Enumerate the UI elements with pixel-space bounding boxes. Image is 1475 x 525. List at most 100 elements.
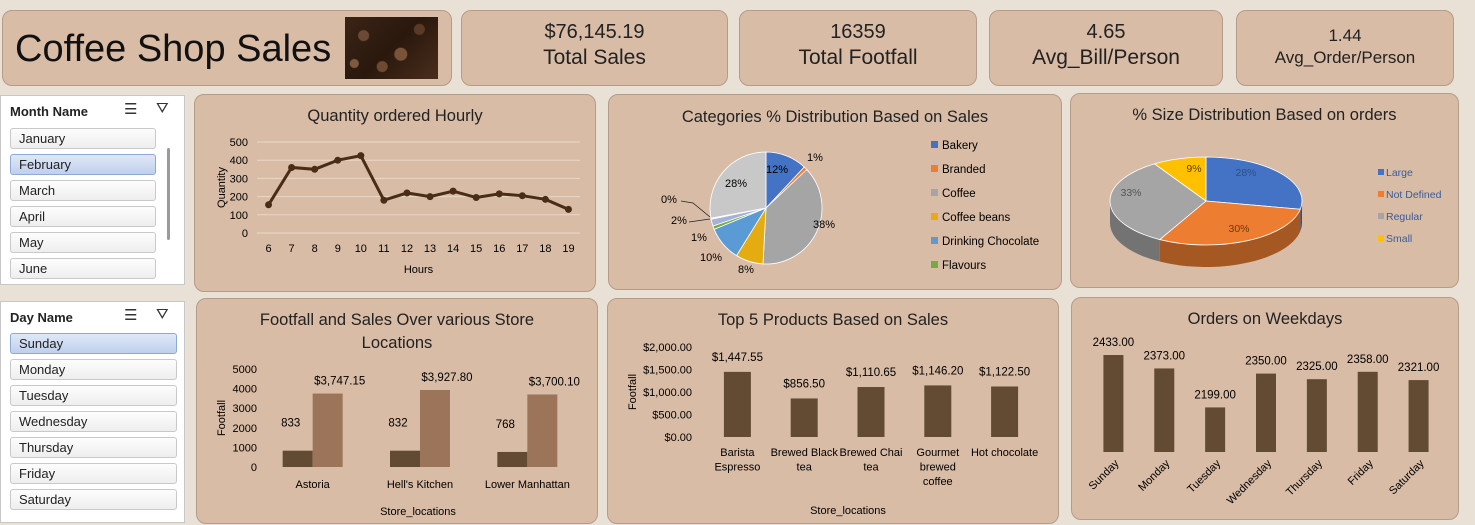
- multi-select-icon[interactable]: ☰: [124, 306, 137, 324]
- data-point: [380, 196, 388, 204]
- data-point: [449, 187, 457, 195]
- slice-label: 12%: [766, 164, 788, 176]
- bar: [1103, 355, 1124, 452]
- legend-label: Flavours: [942, 260, 986, 272]
- slicer-item-sunday[interactable]: Sunday: [10, 333, 177, 354]
- bar: [282, 450, 313, 467]
- leader-line: [688, 218, 711, 223]
- data-point: [311, 165, 319, 173]
- legend-label: Not Defined: [1386, 189, 1442, 201]
- kpi-total-sales: $76,145.19 Total Sales: [461, 10, 728, 86]
- slice-label: 1%: [807, 152, 823, 164]
- slicer-item-june[interactable]: June: [10, 258, 156, 279]
- slicer-title: Month Name: [10, 104, 88, 119]
- slicer-item-thursday[interactable]: Thursday: [10, 437, 177, 458]
- legend-swatch: [1378, 169, 1384, 175]
- x-tick-label: 9: [335, 243, 341, 255]
- legend-label: Bakery: [942, 140, 978, 152]
- x-tick-label: 16: [493, 243, 505, 255]
- y-tick-label: 200: [230, 192, 248, 204]
- data-label: $1,146.20: [912, 365, 963, 377]
- y-tick-label: $1,000.00: [643, 387, 692, 399]
- data-label: 2350.00: [1245, 356, 1287, 368]
- slicer-item-monday[interactable]: Monday: [10, 359, 177, 380]
- data-label: $3,700.10: [529, 376, 580, 388]
- slice-label: 28%: [1235, 167, 1256, 179]
- clear-filter-icon[interactable]: ⛛: [156, 100, 169, 117]
- y-tick-label: 300: [230, 173, 248, 185]
- data-label: $1,122.50: [979, 366, 1030, 378]
- data-point: [288, 163, 296, 171]
- legend-label: Branded: [942, 164, 985, 176]
- slicer-item-saturday[interactable]: Saturday: [10, 489, 177, 510]
- data-label: 2358.00: [1347, 354, 1389, 366]
- data-label: $3,747.15: [314, 376, 365, 388]
- data-point: [426, 193, 434, 201]
- slicer-item-february[interactable]: February: [10, 154, 156, 175]
- data-point: [518, 192, 526, 200]
- legend-swatch: [931, 141, 938, 148]
- data-point: [495, 190, 503, 198]
- multi-select-icon[interactable]: ☰: [124, 100, 137, 118]
- pie-slice: [1205, 156, 1303, 210]
- bar: [790, 398, 818, 437]
- slicer-item-april[interactable]: April: [10, 206, 156, 227]
- x-tick-label: 14: [447, 243, 459, 255]
- legend-label: Regular: [1386, 211, 1423, 223]
- clear-filter-icon[interactable]: ⛛: [156, 306, 169, 323]
- x-tick-label: Hot chocolate: [971, 447, 1038, 459]
- slicer-scrollbar[interactable]: [167, 148, 170, 240]
- header-banner: Coffee Shop Sales: [2, 10, 452, 86]
- x-tick-label: 17: [516, 243, 528, 255]
- x-tick-label: 7: [289, 243, 295, 255]
- x-tick-label: Hell's Kitchen: [387, 479, 453, 491]
- slicer-item-may[interactable]: May: [10, 232, 156, 253]
- slicer-item-wednesday[interactable]: Wednesday: [10, 411, 177, 432]
- kpi-avg-order: 1.44 Avg_Order/Person: [1236, 10, 1454, 86]
- x-axis-label: Hours: [404, 264, 434, 276]
- bar: [857, 387, 885, 437]
- data-label: $1,110.65: [846, 367, 896, 379]
- y-axis-label: Footfall: [627, 374, 639, 410]
- legend-swatch: [1378, 235, 1384, 241]
- legend-swatch: [931, 189, 938, 196]
- bar: [1205, 407, 1226, 452]
- slicer-item-friday[interactable]: Friday: [10, 463, 177, 484]
- hourly-chart-panel: Quantity ordered Hourly 0 100 200 300 400 500…: [194, 94, 596, 292]
- stores-bar-chart: 0 1000 2000 3000 4000 5000 833 $3,747.15 Astoria…: [216, 364, 580, 518]
- data-label: 833: [281, 418, 300, 430]
- day-slicer: Day Name ☰ ⛛ Sunday Monday Tuesday Wedne…: [0, 301, 185, 523]
- x-axis-label: Store_locations: [810, 505, 886, 517]
- slicer-item-january[interactable]: January: [10, 128, 156, 149]
- x-tick-label: Wednesday: [1225, 457, 1275, 507]
- slicer-title: Day Name: [10, 310, 73, 325]
- x-tick-label: Sunday: [1087, 457, 1122, 492]
- data-label: 2373.00: [1143, 350, 1185, 362]
- hourly-line-chart: 0 100 200 300 400 500 6 7 8 9 10 11 12 13 14 15 16 17 18 19…: [216, 137, 580, 276]
- y-tick-label: $500.00: [652, 410, 692, 422]
- x-tick-label: Monday: [1136, 457, 1173, 494]
- data-point: [357, 152, 365, 160]
- legend-swatch: [931, 237, 938, 244]
- bar: [312, 393, 343, 467]
- kpi-value: 4.65: [1086, 21, 1126, 43]
- data-label: $1,447.55: [712, 352, 763, 364]
- kpi-label: Total Footfall: [798, 46, 918, 69]
- bar: [1357, 371, 1378, 452]
- y-tick-label: 500: [230, 137, 248, 149]
- data-label: 2433.00: [1093, 337, 1135, 349]
- legend-swatch: [1378, 213, 1384, 219]
- data-point: [265, 201, 273, 209]
- data-label: 768: [496, 419, 515, 431]
- bar: [420, 390, 450, 467]
- slice-label: 38%: [813, 219, 835, 231]
- data-label: 2199.00: [1194, 389, 1236, 401]
- slicer-item-march[interactable]: March: [10, 180, 156, 201]
- x-tick-label: 13: [424, 243, 436, 255]
- y-axis-label: Footfall: [216, 400, 228, 436]
- legend-label: Coffee: [942, 188, 976, 200]
- x-tick-label: 11: [378, 243, 389, 255]
- slicer-item-tuesday[interactable]: Tuesday: [10, 385, 177, 406]
- categories-chart-panel: Categories % Distribution Based on Sales…: [608, 94, 1062, 290]
- y-tick-label: $0.00: [664, 432, 692, 444]
